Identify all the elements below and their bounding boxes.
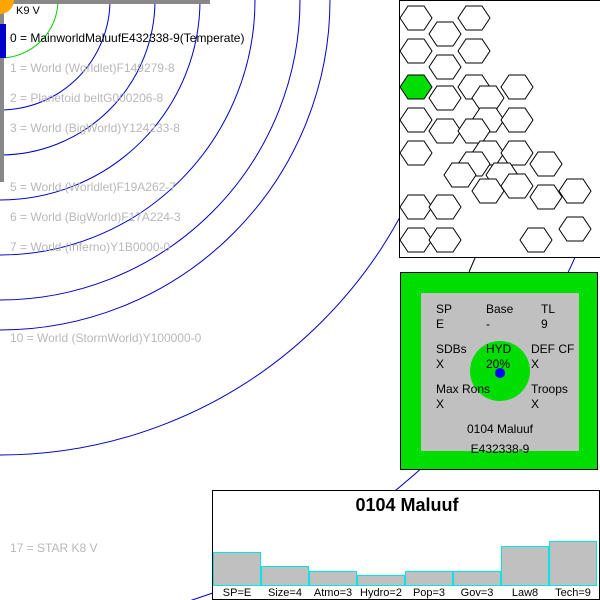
hex-map — [399, 0, 600, 258]
orbit-ring-6 — [0, 0, 331, 331]
hex-cell[interactable] — [428, 118, 462, 144]
hex-cell[interactable] — [400, 140, 433, 166]
star-icon — [0, 0, 14, 14]
troops-label: Troops — [531, 382, 568, 396]
hex-cell[interactable] — [428, 21, 462, 47]
hex-cell[interactable] — [428, 227, 462, 253]
hex-cell[interactable] — [400, 5, 433, 31]
base-label: Base — [486, 302, 514, 316]
base-value: - — [486, 317, 490, 331]
stat-bar-size-4 — [261, 566, 309, 586]
stat-label: SP=E — [222, 587, 252, 599]
stat-label: Pop=3 — [412, 587, 446, 599]
orbit-label-1[interactable]: 1 = World (Worldlet)F149279-8 — [10, 61, 175, 75]
orbit-label-7[interactable]: 7 = World (Inferno)Y1B0000-0 — [10, 240, 170, 254]
hex-cell[interactable] — [400, 38, 433, 64]
star-label: K9 V — [16, 5, 40, 17]
orbit-label-3[interactable]: 3 = World (BigWorld)Y124233-8 — [10, 121, 180, 135]
frame-blue-marker — [0, 24, 6, 58]
stat-bar-law8 — [501, 546, 549, 586]
hex-cell[interactable] — [428, 54, 462, 80]
hyd-value: 20% — [486, 357, 511, 371]
planet-card: SP E Base - TL 9 SDBs X HYD 20% DEF CF X… — [400, 272, 598, 470]
orbit-label-5[interactable]: 5 = World (Worldlet)F19A262-7 — [10, 180, 176, 194]
hex-cell[interactable] — [529, 151, 563, 177]
sp-label: SP — [436, 302, 453, 316]
planet-name: 0104 Maluuf — [466, 422, 534, 436]
sp-value: E — [436, 317, 445, 331]
stats-panel: 0104 Maluuf SP=E Size=4 Atmo=3 Hydro=2 Pop=3… — [212, 490, 600, 600]
hex-cell[interactable] — [428, 85, 462, 111]
def-value: X — [531, 357, 540, 371]
hex-cell[interactable] — [558, 216, 592, 242]
hex-cell-selected[interactable] — [400, 74, 433, 100]
hex-cell[interactable] — [457, 5, 491, 31]
stat-label: Hydro=2 — [360, 587, 402, 599]
maxrons-value: X — [436, 397, 445, 411]
stat-bar-tech-9 — [549, 541, 597, 586]
hex-cell[interactable] — [500, 107, 534, 133]
sdbs-label: SDBs — [436, 342, 467, 356]
orbit-label-2[interactable]: 2 = Planetoid beltG000206-8 — [10, 91, 163, 105]
stat-label: Law8 — [511, 587, 539, 599]
hex-cell[interactable] — [400, 227, 433, 253]
tl-value: 9 — [541, 317, 548, 331]
hex-cell[interactable] — [519, 227, 553, 253]
planet-uwp: E432338-9 — [470, 442, 530, 456]
stat-label: Size=4 — [268, 587, 302, 599]
orbit-label-10[interactable]: 10 = World (StormWorld)Y100000-0 — [10, 331, 201, 345]
stat-bar-atmo-3 — [309, 571, 357, 586]
stat-label: Atmo=3 — [313, 587, 353, 599]
hex-cell[interactable] — [400, 194, 433, 220]
stat-label: Gov=3 — [460, 587, 494, 599]
hex-cell[interactable] — [500, 140, 534, 166]
hex-grid — [400, 5, 592, 253]
maxrons-label: Max Rons — [436, 382, 491, 396]
sdbs-value: X — [436, 357, 445, 371]
stat-bar-sp-e — [213, 552, 261, 586]
orbit-label-0[interactable]: 0 = MainworldMaluufE432338-9(Temperate) — [10, 31, 244, 45]
stat-bar-hydro-2 — [357, 575, 405, 586]
def-label: DEF CF — [531, 342, 575, 356]
hex-cell[interactable] — [500, 74, 534, 100]
troops-value: X — [531, 397, 540, 411]
stat-label: Tech=9 — [555, 587, 591, 599]
orbit-label-17[interactable]: 17 = STAR K8 V — [10, 541, 98, 555]
hex-cell[interactable] — [529, 184, 563, 210]
hex-cell[interactable] — [457, 38, 491, 64]
stats-title: 0104 Maluuf — [355, 495, 459, 515]
planet-card-inner: SP E Base - TL 9 SDBs X HYD 20% DEF CF X… — [421, 293, 579, 456]
hyd-label: HYD — [486, 342, 512, 356]
hex-cell[interactable] — [558, 178, 592, 204]
stat-bar-pop-3 — [405, 571, 453, 586]
connector-line — [468, 257, 476, 273]
tl-label: TL — [541, 302, 556, 316]
orbit-label-6[interactable]: 6 = World (BigWorld)F17A224-3 — [10, 210, 181, 224]
frame-top-edge — [0, 0, 210, 4]
hex-cell[interactable] — [428, 194, 462, 220]
hex-cell[interactable] — [400, 107, 433, 133]
orbit-ring-5 — [0, 0, 301, 301]
stat-bar-gov-3 — [453, 571, 501, 586]
